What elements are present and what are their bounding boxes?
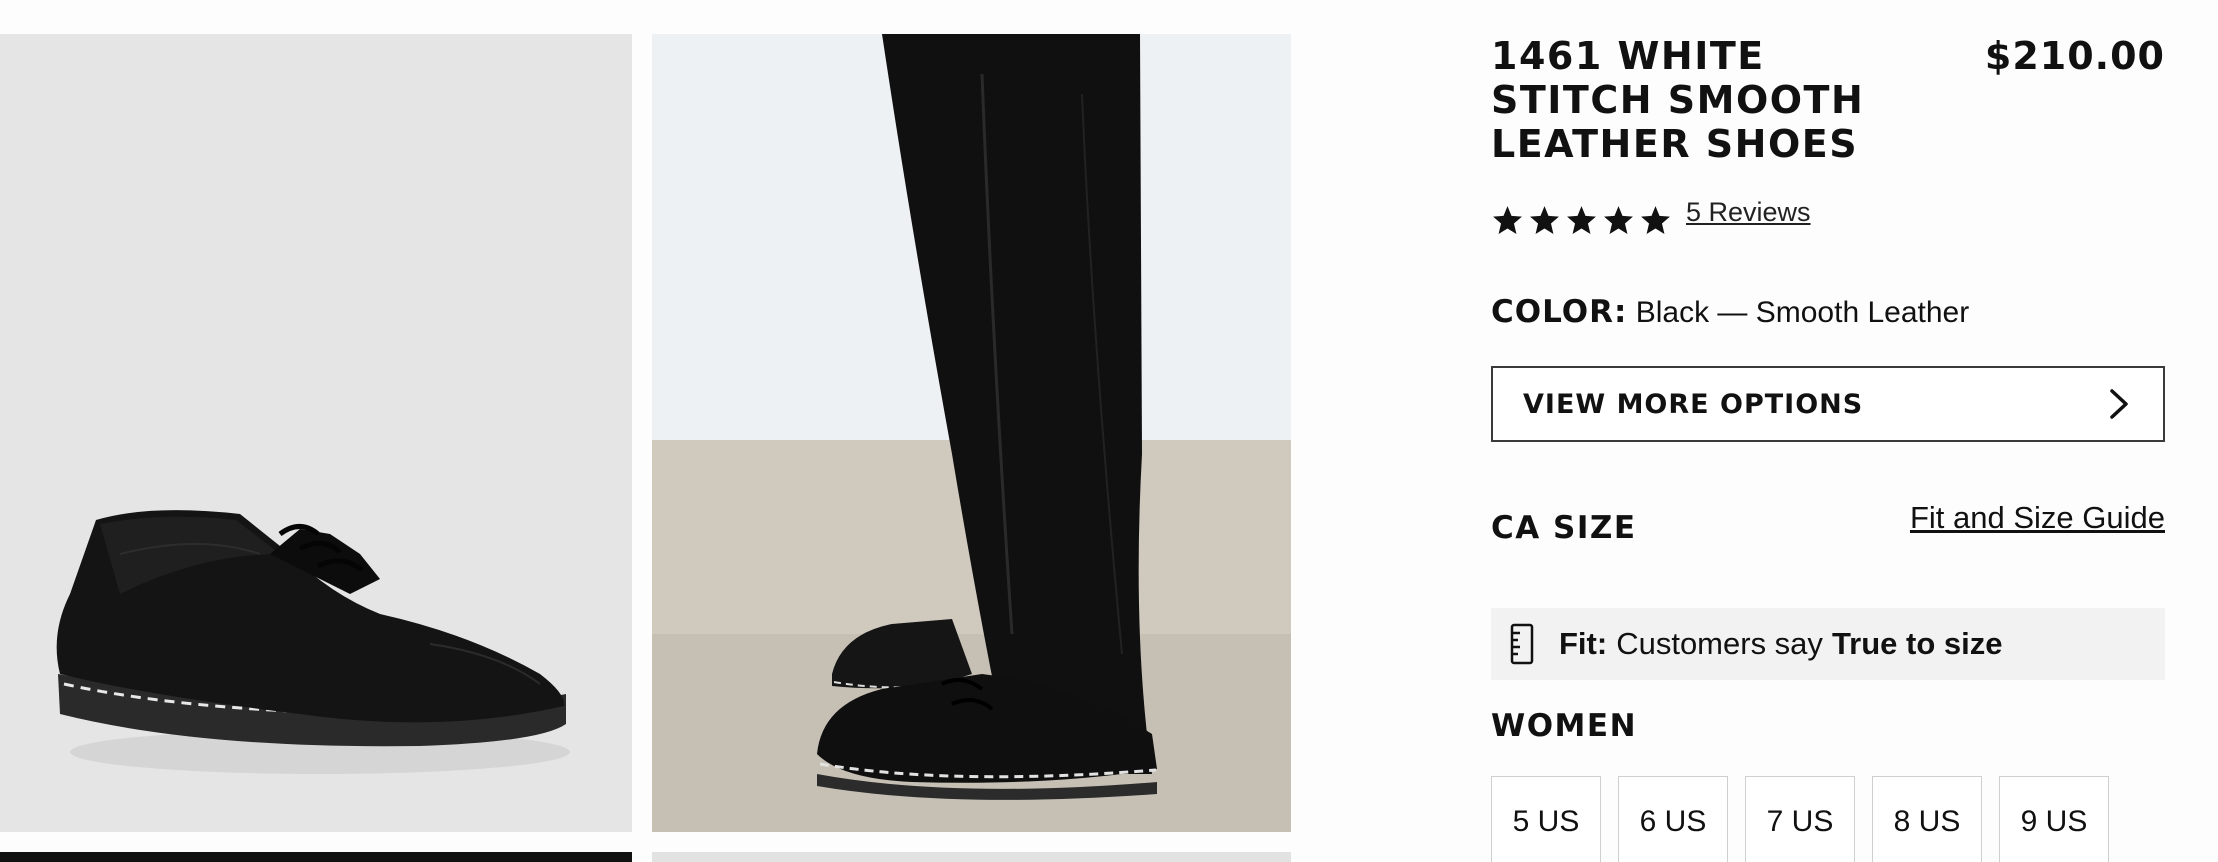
product-image-4[interactable]	[652, 852, 1291, 862]
size-option[interactable]: 8 US	[1872, 776, 1982, 862]
star-icon	[1567, 205, 1596, 234]
star-rating	[1491, 204, 1672, 237]
product-image-side-view[interactable]	[0, 34, 632, 832]
size-section-heading: CA SIZE	[1491, 510, 1637, 546]
view-more-options-label: VIEW MORE OPTIONS	[1523, 388, 1864, 420]
product-price: $210.00	[1984, 34, 2165, 78]
view-more-options-button[interactable]: VIEW MORE OPTIONS	[1491, 366, 2165, 442]
color-label: COLOR:	[1491, 294, 1628, 330]
color-value: Black — Smooth Leather	[1635, 296, 1970, 329]
fit-value: True to size	[1831, 626, 2003, 661]
color-info: COLOR: Black — Smooth Leather	[1491, 292, 1969, 333]
rating-summary: 5 Reviews	[1491, 197, 1811, 240]
size-option[interactable]: 7 US	[1745, 776, 1855, 862]
product-info-panel: 1461 WHITE STITCH SMOOTH LEATHER SHOES $…	[1491, 0, 2165, 862]
model-illustration	[652, 34, 1291, 832]
star-icon	[1493, 205, 1522, 234]
product-page: 1461 WHITE STITCH SMOOTH LEATHER SHOES $…	[0, 0, 2218, 862]
shoe-illustration	[0, 34, 632, 832]
fit-text: Customers say	[1616, 626, 1823, 661]
product-image-3[interactable]	[0, 852, 632, 862]
star-icon	[1530, 205, 1559, 234]
product-title: 1461 WHITE STITCH SMOOTH LEATHER SHOES	[1491, 34, 1865, 166]
size-group-heading: WOMEN	[1491, 708, 1638, 744]
star-icon	[1604, 205, 1633, 234]
size-option[interactable]: 6 US	[1618, 776, 1728, 862]
star-icon	[1641, 205, 1670, 234]
fit-label: Fit:	[1559, 626, 1608, 661]
product-image-on-model[interactable]	[652, 34, 1291, 832]
reviews-link[interactable]: 5 Reviews	[1686, 197, 1811, 228]
size-option[interactable]: 9 US	[1999, 776, 2109, 862]
chevron-right-icon	[2110, 389, 2128, 419]
ruler-icon	[1510, 623, 1534, 665]
size-options: 5 US 6 US 7 US 8 US 9 US	[1491, 776, 2109, 862]
fit-size-guide-link[interactable]: Fit and Size Guide	[1910, 500, 2165, 536]
fit-indicator: Fit: Customers say True to size	[1491, 608, 2165, 680]
size-option[interactable]: 5 US	[1491, 776, 1601, 862]
